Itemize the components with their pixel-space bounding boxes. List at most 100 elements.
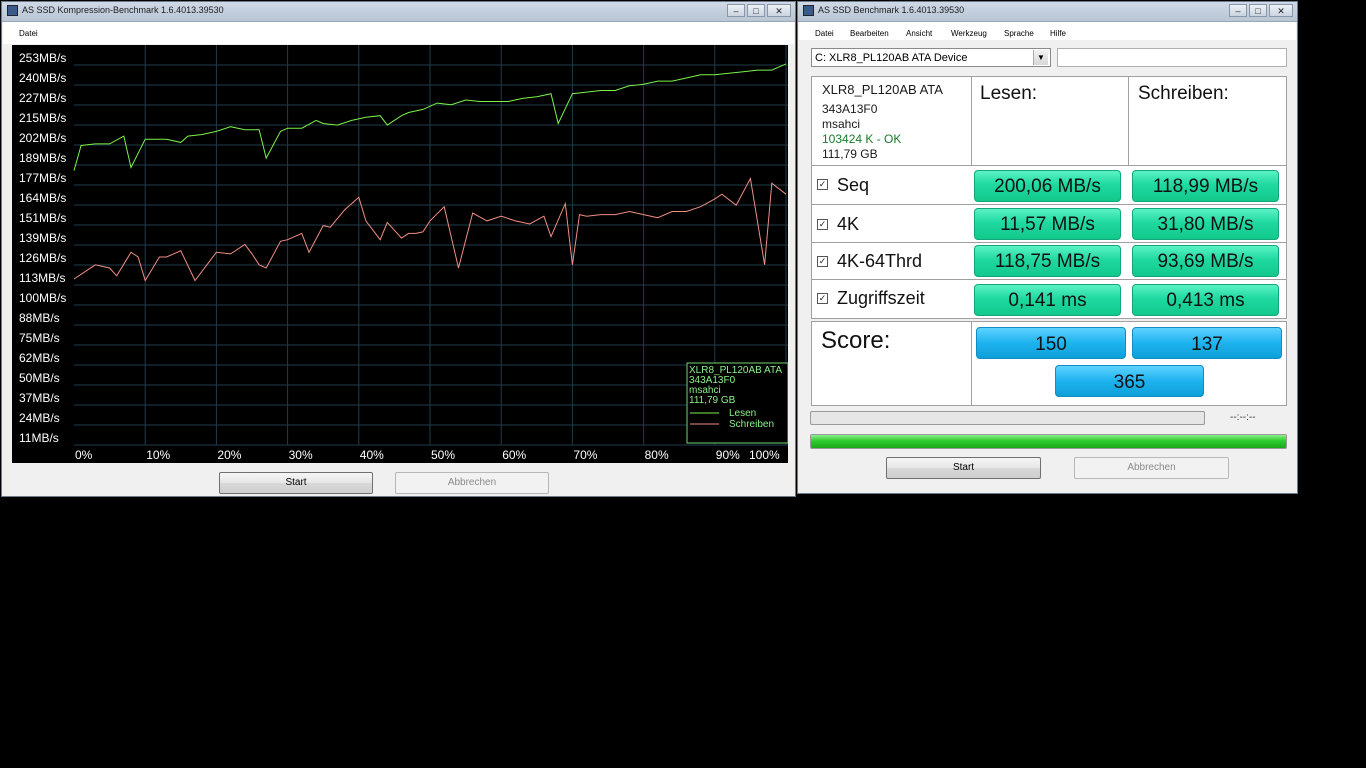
- info-textbox[interactable]: [1057, 48, 1287, 67]
- app-icon: [803, 5, 814, 16]
- x-tick-label: 100%: [749, 448, 780, 462]
- menu-sprache[interactable]: Sprache: [1004, 29, 1034, 38]
- close-button[interactable]: ✕: [1269, 4, 1293, 17]
- access-checkbox[interactable]: ✓: [817, 293, 828, 304]
- drive-select[interactable]: C: XLR8_PL120AB ATA Device ▼: [811, 48, 1051, 67]
- y-tick-label: 227MB/s: [19, 91, 66, 105]
- y-tick-label: 37MB/s: [19, 391, 60, 405]
- legend-series-label: Schreiben: [729, 419, 774, 430]
- x-tick-label: 40%: [360, 448, 384, 462]
- write-header-cell: Schreiben:: [1128, 76, 1287, 166]
- x-tick-label: 30%: [289, 448, 313, 462]
- y-tick-label: 62MB/s: [19, 351, 60, 365]
- score-read: 150: [976, 327, 1126, 359]
- menu-bar: Datei Bearbeiten Ansicht Werkzeug Sprach…: [799, 22, 1296, 40]
- menu-bar: Datei: [3, 22, 794, 44]
- 4k-read-value: 11,57 MB/s: [974, 208, 1121, 240]
- drive-alignment: 103424 K - OK: [822, 132, 902, 146]
- y-tick-label: 24MB/s: [19, 411, 60, 425]
- menu-datei[interactable]: Datei: [815, 29, 834, 38]
- title-bar[interactable]: AS SSD Kompression-Benchmark 1.6.4013.39…: [2, 2, 795, 22]
- y-tick-label: 100MB/s: [19, 291, 66, 305]
- chart-svg: 253MB/s 240MB/s 227MB/s 215MB/s 202MB/s 189MB…: [19, 45, 789, 462]
- read-header: Lesen:: [980, 83, 1038, 104]
- legend-series-label: Lesen: [729, 408, 756, 419]
- minimize-button[interactable]: –: [1229, 4, 1247, 17]
- compression-chart: 253MB/s 240MB/s 227MB/s 215MB/s 202MB/s 189MB…: [12, 45, 789, 463]
- 4k64-write-value: 93,69 MB/s: [1132, 245, 1279, 277]
- 4k64-label: 4K-64Thrd: [837, 251, 923, 271]
- y-tick-label: 240MB/s: [19, 71, 66, 85]
- x-tick-label: 10%: [146, 448, 170, 462]
- menu-datei[interactable]: Datei: [19, 29, 38, 38]
- chevron-down-icon[interactable]: ▼: [1033, 50, 1048, 65]
- access-read-value: 0,141 ms: [974, 284, 1121, 316]
- y-tick-label: 88MB/s: [19, 311, 60, 325]
- drive-driver: msahci: [822, 117, 861, 131]
- drive-firmware: 343A13F0: [822, 102, 878, 116]
- drive-model: XLR8_PL120AB ATA: [822, 82, 943, 97]
- drive-info-cell: XLR8_PL120AB ATA 343A13F0 msahci 103424 …: [811, 76, 972, 166]
- y-tick-label: 11MB/s: [19, 431, 59, 445]
- seq-checkbox[interactable]: ✓: [817, 179, 828, 190]
- access-write-value: 0,413 ms: [1132, 284, 1279, 316]
- score-label-cell: Score:: [811, 321, 972, 406]
- total-progress-bar: [810, 434, 1287, 449]
- y-tick-label: 139MB/s: [19, 231, 66, 245]
- menu-ansicht[interactable]: Ansicht: [906, 29, 932, 38]
- y-tick-label: 189MB/s: [19, 151, 66, 165]
- drive-size: 111,79 GB: [822, 147, 878, 161]
- y-tick-label: 215MB/s: [19, 111, 66, 125]
- y-tick-label: 113MB/s: [19, 271, 65, 285]
- maximize-button[interactable]: □: [1249, 4, 1267, 17]
- 4k64-checkbox[interactable]: ✓: [817, 256, 828, 267]
- menu-hilfe[interactable]: Hilfe: [1050, 29, 1066, 38]
- cancel-button[interactable]: Abbrechen: [1074, 457, 1229, 479]
- seq-read-value: 200,06 MB/s: [974, 170, 1121, 202]
- menu-bearbeiten[interactable]: Bearbeiten: [850, 29, 889, 38]
- y-tick-label: 126MB/s: [19, 251, 66, 265]
- start-button[interactable]: Start: [886, 457, 1041, 479]
- write-header: Schreiben:: [1138, 83, 1229, 104]
- app-icon: [7, 5, 18, 16]
- y-tick-label: 177MB/s: [19, 171, 66, 185]
- y-tick-label: 151MB/s: [19, 211, 66, 225]
- x-tick-label: 20%: [217, 448, 241, 462]
- seq-write-value: 118,99 MB/s: [1132, 170, 1279, 202]
- legend-info-line: 111,79 GB: [689, 395, 736, 406]
- access-label: Zugriffszeit: [837, 288, 925, 308]
- total-progress-fill: [811, 435, 1286, 448]
- maximize-button[interactable]: □: [747, 4, 765, 17]
- 4k-write-value: 31,80 MB/s: [1132, 208, 1279, 240]
- x-tick-label: 0%: [75, 448, 93, 462]
- close-button[interactable]: ✕: [767, 4, 791, 17]
- score-total: 365: [1055, 365, 1204, 397]
- elapsed-time: --:--:--: [1230, 412, 1256, 423]
- drive-select-value: C: XLR8_PL120AB ATA Device: [815, 52, 968, 64]
- window-title: AS SSD Benchmark 1.6.4013.39530: [818, 5, 965, 15]
- 4k-checkbox[interactable]: ✓: [817, 219, 828, 230]
- x-tick-label: 80%: [645, 448, 669, 462]
- y-tick-label: 50MB/s: [19, 371, 60, 385]
- x-tick-label: 90%: [716, 448, 740, 462]
- test-progress-bar: [810, 411, 1205, 425]
- cancel-button[interactable]: Abbrechen: [395, 472, 549, 494]
- seq-label: Seq: [837, 175, 870, 195]
- menu-werkzeug[interactable]: Werkzeug: [951, 29, 987, 38]
- title-bar[interactable]: AS SSD Benchmark 1.6.4013.39530 – □ ✕: [798, 2, 1297, 22]
- 4k-label: 4K: [837, 214, 860, 234]
- y-tick-label: 75MB/s: [19, 331, 60, 345]
- score-write: 137: [1132, 327, 1282, 359]
- y-tick-label: 202MB/s: [19, 131, 66, 145]
- read-header-cell: Lesen:: [971, 76, 1129, 166]
- y-tick-label: 164MB/s: [19, 191, 66, 205]
- 4k64-read-value: 118,75 MB/s: [974, 245, 1121, 277]
- x-tick-label: 50%: [431, 448, 455, 462]
- window-controls: – □ ✕: [727, 4, 791, 18]
- x-tick-label: 60%: [502, 448, 526, 462]
- window-title: AS SSD Kompression-Benchmark 1.6.4013.39…: [22, 5, 224, 15]
- minimize-button[interactable]: –: [727, 4, 745, 17]
- start-button[interactable]: Start: [219, 472, 373, 494]
- x-tick-label: 70%: [573, 448, 597, 462]
- score-label: Score:: [821, 327, 891, 354]
